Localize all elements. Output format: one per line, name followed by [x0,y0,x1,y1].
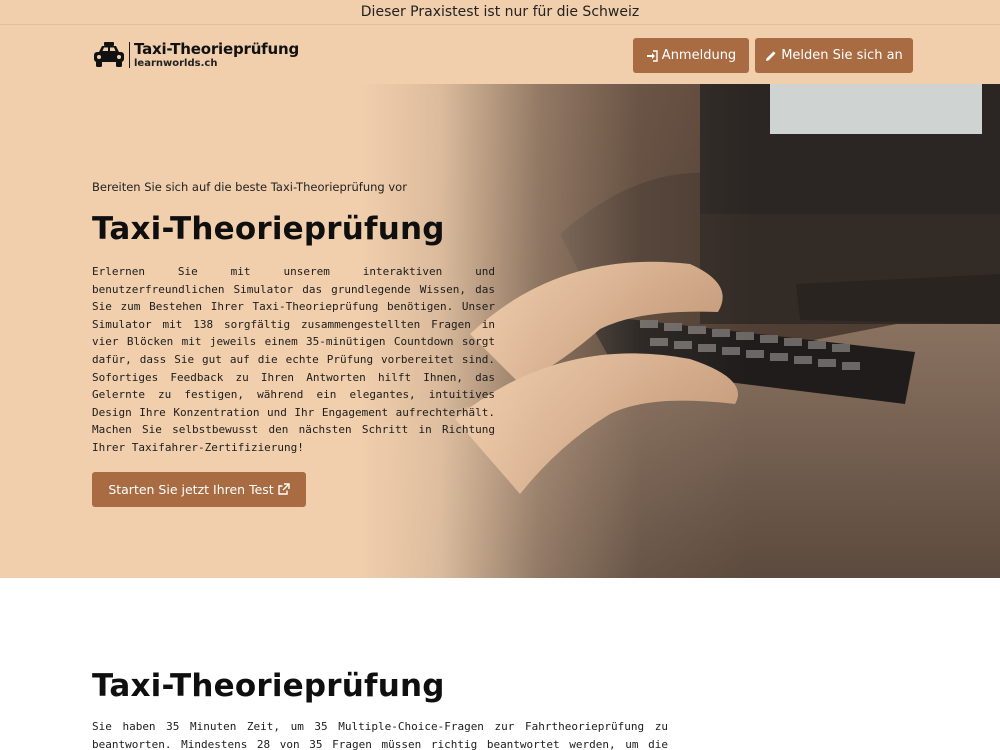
start-test-label: Starten Sie jetzt Ihren Test [108,481,274,497]
section-description: Sie haben 35 Minuten Zeit, um 35 Multipl… [92,720,668,750]
brand-divider [129,42,130,68]
exam-info-section: Taxi-Theorieprüfung Sie haben 35 Minuten… [92,668,668,750]
section-title: Taxi-Theorieprüfung [92,668,445,704]
signup-label: Melden Sie sich an [781,48,903,63]
login-button[interactable]: Anmeldung [633,38,749,73]
hero-kicker: Bereiten Sie sich auf die beste Taxi-The… [92,180,407,194]
start-test-button[interactable]: Starten Sie jetzt Ihren Test [92,471,306,507]
sign-in-icon [646,49,658,62]
top-navbar: Taxi-Theorieprüfung learnworlds.ch Anmel… [0,24,1000,84]
announcement-text: Dieser Praxistest ist nur für die Schwei… [360,4,640,20]
hero-section: Bereiten Sie sich auf die beste Taxi-The… [0,84,1000,578]
announcement-bar: Dieser Praxistest ist nur für die Schwei… [0,0,1000,24]
hero-description: Erlernen Sie mit unserem interaktiven un… [92,265,495,454]
brand-name: Taxi-Theorieprüfung [134,39,299,58]
brand-logo[interactable]: Taxi-Theorieprüfung learnworlds.ch [92,39,299,71]
login-label: Anmeldung [661,48,737,63]
signup-button[interactable]: Melden Sie sich an [755,38,913,73]
hero-content: Bereiten Sie sich auf die beste Taxi-The… [92,180,495,507]
brand-domain: learnworlds.ch [134,57,218,69]
hero-title: Taxi-Theorieprüfung [92,211,445,247]
pencil-icon [766,50,776,61]
external-link-icon [277,483,290,495]
taxi-icon [94,42,124,67]
